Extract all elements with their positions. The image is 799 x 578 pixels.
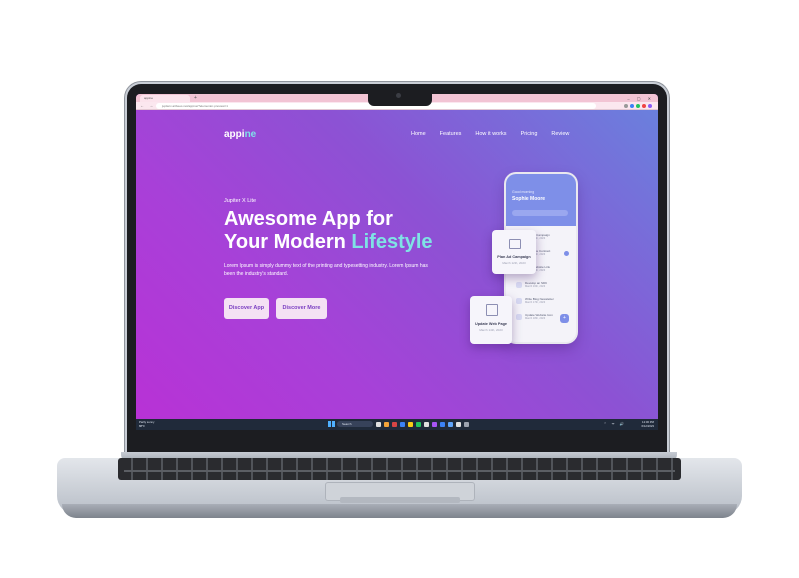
task-date: March 16th, 2023 bbox=[525, 285, 546, 288]
laptop-screen: appine + – ▢ ✕ ← → ⟳ jupiterx.artbees.ne… bbox=[136, 94, 658, 430]
web-page-icon bbox=[486, 304, 498, 316]
taskbar-app-icon[interactable] bbox=[416, 421, 421, 427]
task-icon bbox=[516, 314, 522, 320]
weather-temp: 88°F bbox=[139, 424, 145, 428]
floating-card-campaign: Plan Ad Campaign March 12th, 2023 bbox=[492, 230, 536, 274]
phone-task-row: Write Blog Newsletter March 17th, 2023 bbox=[516, 296, 568, 306]
extension-icon[interactable] bbox=[624, 104, 628, 108]
phone-search-bar bbox=[512, 210, 568, 216]
nav-review[interactable]: Review bbox=[551, 131, 569, 137]
taskbar-apps: Search bbox=[328, 421, 469, 427]
discover-more-button[interactable]: Discover More bbox=[276, 298, 327, 319]
nav-pricing[interactable]: Pricing bbox=[521, 131, 538, 137]
screen-notch bbox=[368, 90, 432, 106]
weather-widget[interactable]: Partly sunny 88°F bbox=[139, 420, 154, 428]
taskbar-app-icon[interactable] bbox=[408, 421, 413, 427]
extension-icons bbox=[624, 104, 652, 108]
taskbar-app-icon[interactable] bbox=[384, 421, 389, 427]
discover-app-button[interactable]: Discover App bbox=[224, 298, 269, 319]
browser-tab[interactable]: appine bbox=[140, 95, 190, 102]
camera-icon bbox=[396, 93, 401, 98]
site-nav: Home Features How it works Pricing Revie… bbox=[411, 131, 569, 137]
nav-home[interactable]: Home bbox=[411, 131, 426, 137]
extension-icon[interactable] bbox=[642, 104, 646, 108]
extension-icon[interactable] bbox=[636, 104, 640, 108]
headline-line-1: Awesome App for bbox=[224, 208, 393, 230]
windows-taskbar: Partly sunny 88°F Search ⌃ ᯤ 🔊 12:00 PM … bbox=[136, 419, 658, 430]
nav-how-it-works[interactable]: How it works bbox=[475, 131, 506, 137]
card-date: March 12th, 2023 bbox=[502, 261, 526, 265]
phone-greeting: Good morning bbox=[512, 190, 535, 194]
task-icon bbox=[516, 282, 522, 288]
taskbar-app-icon[interactable] bbox=[376, 421, 381, 427]
logo-accent: ne bbox=[244, 129, 257, 140]
clock-date: 6/12/2023 bbox=[641, 424, 654, 428]
laptop-lip bbox=[340, 497, 460, 503]
new-tab-button[interactable]: + bbox=[194, 95, 197, 102]
taskbar-app-icon[interactable] bbox=[456, 421, 461, 427]
extension-icon[interactable] bbox=[630, 104, 634, 108]
keyboard bbox=[118, 458, 681, 480]
taskbar-app-icon[interactable] bbox=[400, 421, 405, 427]
logo-main: appi bbox=[224, 129, 245, 140]
task-check-icon bbox=[564, 251, 569, 256]
taskbar-app-icon[interactable] bbox=[448, 421, 453, 427]
taskbar-app-icon[interactable] bbox=[464, 421, 469, 427]
hero-headline: Awesome App for Your Modern Lifestyle bbox=[224, 208, 433, 254]
card-title: Plan Ad Campaign bbox=[497, 255, 531, 259]
taskbar-app-icon[interactable] bbox=[392, 421, 397, 427]
clock[interactable]: 12:00 PM 6/12/2023 bbox=[642, 420, 654, 428]
phone-task-row: Develop an SDK March 16th, 2023 bbox=[516, 280, 568, 290]
task-icon bbox=[516, 298, 522, 304]
nav-features[interactable]: Features bbox=[440, 131, 462, 137]
hero-kicker: Jupiter X Lite bbox=[224, 198, 257, 204]
hero-description: Lorem Ipsum is simply dummy text of the … bbox=[224, 263, 428, 277]
headline-highlight: Lifestyle bbox=[351, 231, 433, 253]
taskbar-app-icon[interactable] bbox=[432, 421, 437, 427]
start-icon[interactable] bbox=[328, 421, 335, 427]
phone-header: Good morning Sophie Moore bbox=[506, 174, 576, 226]
floating-card-webpage: Update Web Page March 14th, 2023 bbox=[470, 296, 512, 344]
keyboard-row-divider bbox=[124, 470, 675, 472]
megaphone-icon bbox=[509, 239, 521, 249]
card-date: March 14th, 2023 bbox=[479, 328, 503, 332]
task-date: March 18th, 2023 bbox=[525, 317, 546, 320]
headline-line-2: Your Modern Lifestyle bbox=[224, 231, 433, 254]
phone-add-button: + bbox=[560, 314, 569, 323]
profile-icon[interactable] bbox=[648, 104, 652, 108]
taskbar-app-icon[interactable] bbox=[424, 421, 429, 427]
system-tray-icons[interactable]: ⌃ ᯤ 🔊 bbox=[604, 422, 626, 427]
phone-user-name: Sophie Moore bbox=[512, 196, 546, 202]
site-logo[interactable]: appine bbox=[224, 129, 256, 140]
window-controls[interactable]: – ▢ ✕ bbox=[627, 95, 654, 102]
taskbar-search[interactable]: Search bbox=[337, 421, 373, 427]
laptop-front-edge bbox=[62, 504, 737, 518]
taskbar-app-icon[interactable] bbox=[440, 421, 445, 427]
hero-section: appine Home Features How it works Pricin… bbox=[136, 110, 658, 419]
task-date: March 17th, 2023 bbox=[525, 301, 546, 304]
card-title: Update Web Page bbox=[475, 322, 507, 326]
headline-plain: Your Modern bbox=[224, 231, 352, 253]
